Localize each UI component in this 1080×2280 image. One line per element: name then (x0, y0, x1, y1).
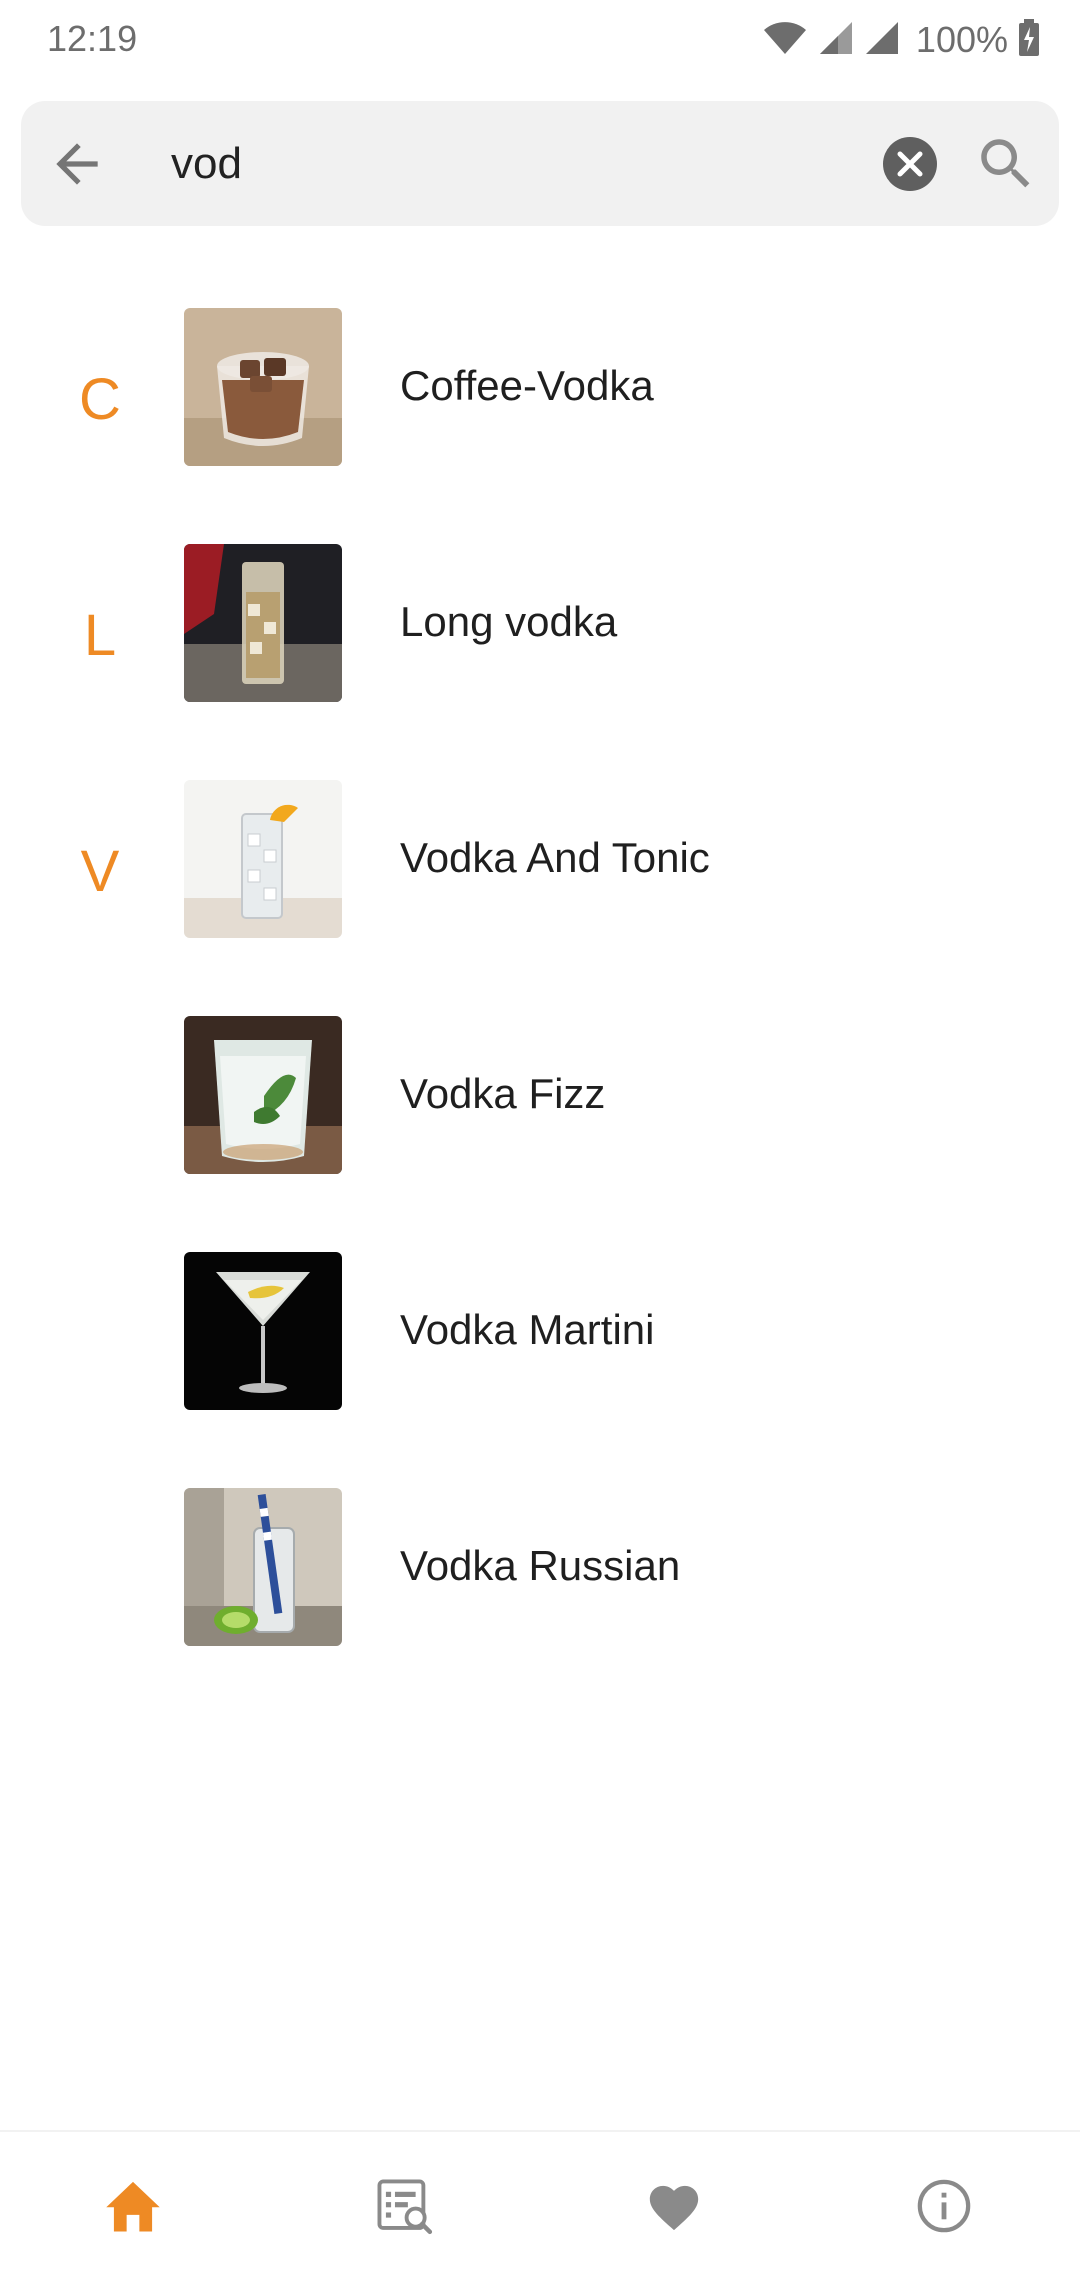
search-list-icon (373, 2175, 435, 2242)
drink-row-coffee-vodka[interactable]: C Coffee-Vodka (0, 290, 1080, 526)
vodka-martini-photo (184, 1252, 342, 1410)
status-time: 12:19 (47, 18, 138, 59)
nav-info[interactable] (904, 2168, 984, 2248)
home-icon (102, 2178, 164, 2239)
drink-name: Long vodka (400, 598, 618, 645)
nav-home[interactable] (93, 2168, 173, 2248)
status-icons: 100% (762, 18, 1040, 62)
drink-row-vodka-fizz[interactable]: Vodka Fizz (0, 998, 1080, 1234)
battery-charging-icon (1018, 18, 1040, 62)
signal-icon-2 (864, 20, 900, 61)
heart-icon (645, 2179, 703, 2238)
wifi-icon (762, 20, 808, 61)
drink-name: Vodka Fizz (400, 1070, 606, 1117)
section-letter: V (80, 839, 120, 904)
screen: 12:19 100% vod C Coffee-Vodka L Long vod… (0, 0, 1080, 2280)
battery-percent: 100% (915, 19, 1008, 60)
long-vodka-photo (184, 544, 342, 702)
drink-list: C Coffee-Vodka L Long vodka V Vodka And … (0, 290, 1080, 1706)
drink-row-vodka-martini[interactable]: Vodka Martini (0, 1234, 1080, 1470)
search-icon[interactable] (973, 131, 1039, 197)
section-letter: C (79, 367, 121, 432)
drink-row-vodka-russian[interactable]: Vodka Russian (0, 1470, 1080, 1706)
coffee-vodka-photo (184, 308, 342, 466)
back-arrow-icon[interactable] (46, 133, 108, 195)
info-icon (915, 2177, 973, 2240)
drink-name: Vodka And Tonic (400, 834, 710, 881)
clear-icon[interactable] (881, 135, 939, 193)
drink-row-vodka-and-tonic[interactable]: V Vodka And Tonic (0, 762, 1080, 998)
bottom-nav (0, 2130, 1080, 2280)
signal-icon (818, 20, 854, 61)
vodka-fizz-photo (184, 1016, 342, 1174)
drink-name: Vodka Martini (400, 1306, 655, 1353)
search-bar: vod (21, 101, 1059, 226)
nav-favorites[interactable] (634, 2168, 714, 2248)
drink-name: Vodka Russian (400, 1542, 681, 1589)
nav-search-list[interactable] (364, 2168, 444, 2248)
drink-row-long-vodka[interactable]: L Long vodka (0, 526, 1080, 762)
search-input[interactable]: vod (171, 131, 871, 197)
drink-name: Coffee-Vodka (400, 362, 654, 409)
section-letter: L (83, 603, 117, 668)
status-bar: 12:19 100% (0, 0, 1080, 80)
vodka-russian-photo (184, 1488, 342, 1646)
vodka-and-tonic-photo (184, 780, 342, 938)
